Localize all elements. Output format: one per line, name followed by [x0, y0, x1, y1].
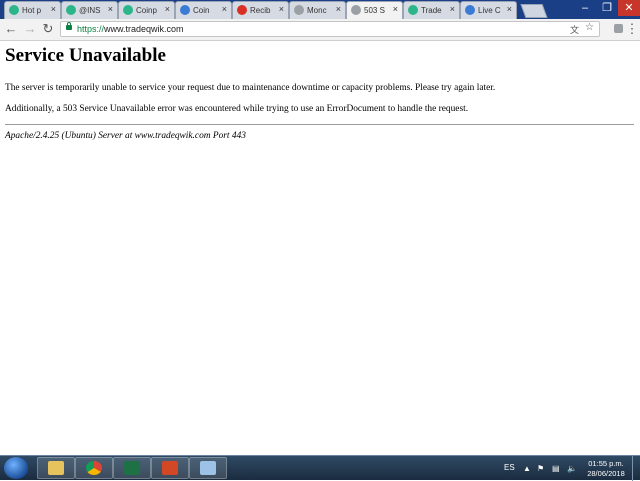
taskbar-item-explorer[interactable] [37, 457, 75, 479]
bookmark-star-icon[interactable]: ☆ [585, 22, 594, 33]
tab-favicon-icon [465, 5, 475, 15]
tab-favicon-icon [123, 5, 133, 15]
powerpoint-icon [162, 461, 178, 475]
file-explorer-icon [48, 461, 64, 475]
start-button[interactable] [4, 457, 28, 479]
divider [5, 124, 634, 125]
show-desktop-button[interactable] [632, 456, 640, 481]
tab-close-icon[interactable]: × [165, 4, 170, 14]
tab-close-icon[interactable]: × [279, 4, 284, 14]
tab-strip: Hot p × @INS × Coinp × Coin × Recib × Monc × 503 S × T… [0, 0, 640, 19]
tab-4[interactable]: Recib × [232, 1, 289, 19]
tab-label: @INS [79, 6, 101, 15]
url-scheme: https:// [77, 24, 105, 34]
tab-label: Trade [421, 6, 442, 15]
tab-2[interactable]: Coinp × [118, 1, 175, 19]
address-bar[interactable]: https://www.tradeqwik.com 文 ☆ [60, 21, 600, 37]
tab-close-icon[interactable]: × [336, 4, 341, 14]
forward-arrow-icon[interactable]: → [22, 21, 38, 37]
action-center-icon[interactable]: ⚑ [537, 464, 544, 473]
tab-close-icon[interactable]: × [450, 4, 455, 14]
tab-5[interactable]: Monc × [289, 1, 346, 19]
show-hidden-icons-icon[interactable]: ▲ [523, 464, 531, 473]
tab-3[interactable]: Coin × [175, 1, 232, 19]
volume-icon[interactable]: 🔈 [567, 464, 577, 473]
tab-close-icon[interactable]: × [51, 4, 56, 14]
tab-6[interactable]: 503 S × [346, 1, 403, 19]
clock-date: 28/06/2018 [587, 469, 625, 478]
tab-close-icon[interactable]: × [108, 4, 113, 14]
tab-label: Live C [478, 6, 501, 15]
back-arrow-icon[interactable]: ← [3, 21, 19, 37]
tab-8[interactable]: Live C × [460, 1, 517, 19]
translate-icon[interactable]: 文 [570, 23, 579, 36]
tab-favicon-icon [294, 5, 304, 15]
tab-label: Hot p [22, 6, 42, 15]
tab-0[interactable]: Hot p × [4, 1, 61, 19]
error-document-note: Additionally, a 503 Service Unavailable … [5, 104, 469, 114]
tab-label: Recib [250, 6, 271, 15]
close-window-icon[interactable]: ✕ [618, 0, 640, 16]
window-app-icon [200, 461, 216, 475]
tab-close-icon[interactable]: × [393, 4, 398, 14]
reload-icon[interactable]: ↻ [40, 21, 56, 37]
tab-close-icon[interactable]: × [507, 4, 512, 14]
tab-favicon-icon [66, 5, 76, 15]
taskbar-item-powerpoint[interactable] [151, 457, 189, 479]
chrome-icon [86, 461, 102, 475]
tab-favicon-icon [9, 5, 19, 15]
tab-label: Coinp [136, 6, 157, 15]
maximize-icon[interactable]: ❐ [596, 0, 618, 16]
page-title: Service Unavailable [5, 45, 166, 66]
clock-time: 01:55 p.m. [588, 459, 624, 468]
new-tab-button[interactable] [520, 4, 548, 18]
tab-favicon-icon [180, 5, 190, 15]
error-description: The server is temporarily unable to serv… [5, 83, 496, 93]
taskbar: ES ▲ ⚑ ▤ 🔈 01:55 p.m. 28/06/2018 [0, 455, 640, 481]
menu-kebab-icon[interactable]: ⋮ [624, 21, 640, 37]
tab-close-icon[interactable]: × [222, 4, 227, 14]
tab-favicon-icon [408, 5, 418, 15]
tab-favicon-icon [351, 5, 361, 15]
tab-7[interactable]: Trade × [403, 1, 460, 19]
browser-toolbar: ← → ↻ https://www.tradeqwik.com 文 ☆ ⋮ [0, 19, 640, 41]
tab-favicon-icon [237, 5, 247, 15]
tab-label: 503 S [364, 6, 385, 15]
server-signature: Apache/2.4.25 (Ubuntu) Server at www.tra… [5, 131, 246, 141]
excel-icon [124, 461, 140, 475]
page-content: Service Unavailable The server is tempor… [0, 41, 640, 455]
lock-icon [66, 22, 72, 30]
taskbar-item-chrome[interactable] [75, 457, 113, 479]
url-host: www.tradeqwik.com [104, 24, 184, 34]
tab-label: Monc [307, 6, 327, 15]
minimize-icon[interactable]: – [574, 0, 596, 16]
language-indicator[interactable]: ES [504, 463, 515, 472]
taskbar-item-window[interactable] [189, 457, 227, 479]
tab-label: Coin [193, 6, 210, 15]
taskbar-item-excel[interactable] [113, 457, 151, 479]
system-clock[interactable]: 01:55 p.m. 28/06/2018 [586, 459, 626, 479]
url-text[interactable]: https://www.tradeqwik.com [77, 23, 184, 35]
network-icon[interactable]: ▤ [552, 464, 560, 473]
tab-1[interactable]: @INS × [61, 1, 118, 19]
